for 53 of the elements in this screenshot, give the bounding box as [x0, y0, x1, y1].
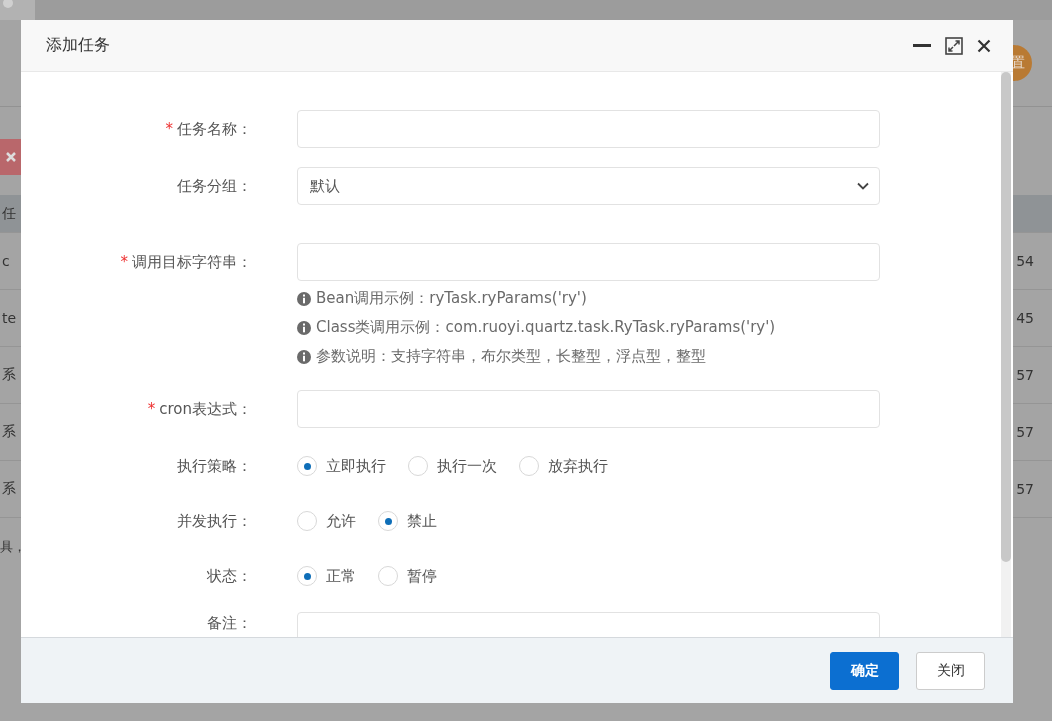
table-cell: 57 — [1016, 481, 1034, 497]
pagination-text: 具， — [0, 538, 26, 556]
table-cell: te — [2, 310, 17, 326]
radio-button[interactable] — [408, 456, 428, 476]
page-tab[interactable] — [0, 0, 35, 20]
radio-option[interactable]: 暂停 — [378, 566, 437, 586]
hint-text: Bean调用示例：ryTask.ryParams('ry') — [316, 289, 587, 308]
field-label: * 调用目标字符串： — [119, 252, 252, 273]
table-cell: 45 — [1016, 310, 1034, 326]
field-label: 任务分组： — [176, 176, 252, 197]
table-cell: 57 — [1016, 367, 1034, 383]
column-header: 任 — [2, 204, 16, 223]
radio-option[interactable]: 允许 — [297, 511, 356, 531]
text-field[interactable] — [297, 243, 880, 281]
info-icon — [297, 320, 311, 335]
dialog-title: 添加任务 — [46, 35, 111, 56]
scrollbar[interactable] — [1001, 72, 1011, 637]
radio-button[interactable] — [297, 456, 317, 476]
text-field[interactable] — [297, 110, 880, 148]
field-label: 状态： — [206, 566, 252, 587]
delete-button[interactable] — [0, 139, 22, 175]
close-button[interactable]: 关闭 — [916, 651, 985, 690]
table-cell: 系 — [2, 423, 16, 441]
field-label: * cron表达式： — [146, 399, 252, 420]
field-label: 执行策略： — [176, 456, 252, 477]
hint-text: 参数说明：支持字符串，布尔类型，长整型，浮点型，整型 — [316, 347, 706, 366]
confirm-button[interactable]: 确定 — [830, 651, 899, 690]
radio-button[interactable] — [297, 566, 317, 586]
radio-option[interactable]: 立即执行 — [297, 456, 386, 476]
minimize-icon[interactable] — [913, 43, 931, 48]
radio-button[interactable] — [297, 511, 317, 531]
radio-option[interactable]: 放弃执行 — [519, 456, 608, 476]
hint-text: Class类调用示例：com.ruoyi.quartz.task.RyTask.ryParams('ry') — [316, 318, 776, 337]
info-icon — [297, 291, 311, 306]
field-label: 并发执行： — [176, 511, 252, 532]
radio-button[interactable] — [378, 511, 398, 531]
chevron-down-icon — [857, 182, 869, 190]
table-cell: 57 — [1016, 424, 1034, 440]
table-cell: 系 — [2, 366, 16, 384]
maximize-icon[interactable] — [945, 36, 963, 55]
table-cell: 54 — [1016, 253, 1034, 269]
radio-button[interactable] — [519, 456, 539, 476]
radio-option[interactable]: 执行一次 — [408, 456, 497, 476]
field-label: 备注： — [206, 613, 252, 634]
select-field[interactable]: 默认 — [297, 167, 880, 205]
table-cell: 系 — [2, 480, 16, 498]
info-icon — [297, 349, 311, 364]
radio-button[interactable] — [378, 566, 398, 586]
field-label: * 任务名称： — [164, 119, 252, 140]
table-cell: c — [2, 253, 10, 269]
radio-option[interactable]: 禁止 — [378, 511, 437, 531]
radio-option[interactable]: 正常 — [297, 566, 356, 586]
text-field[interactable] — [297, 390, 880, 428]
